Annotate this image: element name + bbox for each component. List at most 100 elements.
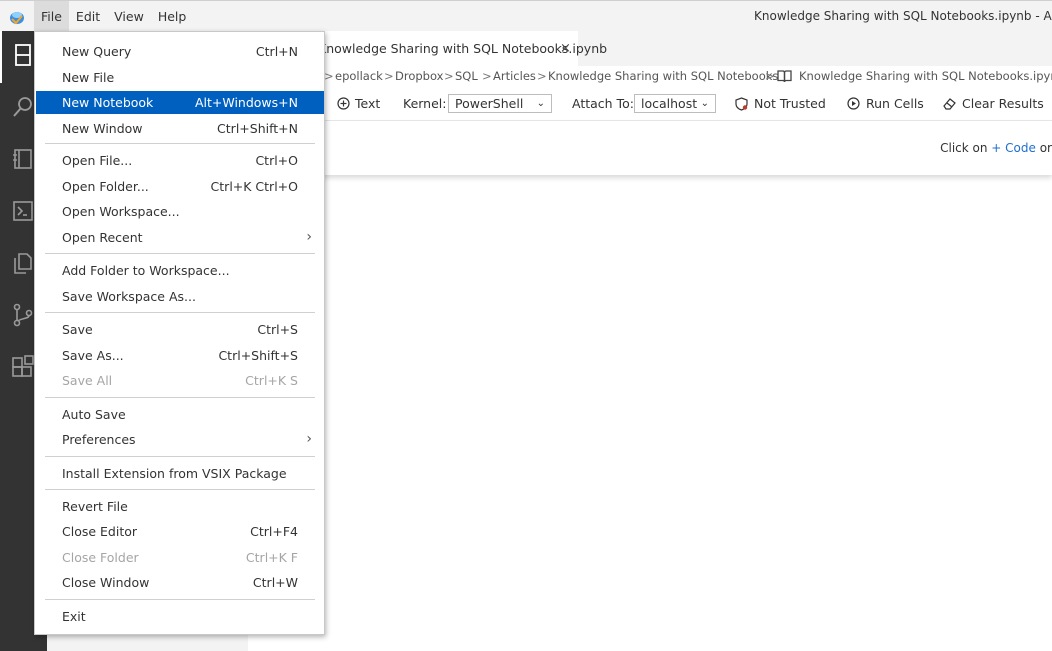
kernel-select[interactable]: PowerShell ⌄ [448, 94, 552, 113]
menu-item-shortcut: Ctrl+K S [245, 373, 298, 389]
menu-item-new-notebook[interactable]: New Notebook Alt+Windows+N [36, 91, 324, 115]
menu-separator [45, 599, 315, 600]
clear-results-button[interactable]: Clear Results [962, 96, 1044, 111]
menu-item-open-recent[interactable]: Open Recent › [36, 226, 324, 249]
kernel-value: PowerShell [455, 96, 524, 111]
menu-item-label: Open File... [62, 153, 133, 168]
terminal-icon[interactable] [11, 199, 35, 223]
attach-value: localhost [641, 96, 698, 111]
menu-item-new-query[interactable]: New Query Ctrl+N [36, 40, 324, 63]
menu-view[interactable]: View [107, 1, 151, 32]
menu-item-close-editor[interactable]: Close Editor Ctrl+F4 [36, 520, 324, 543]
add-text-button[interactable]: Text [355, 96, 380, 111]
menu-item-install-extension-from-vsix-package[interactable]: Install Extension from VSIX Package [36, 462, 324, 485]
chevron-right-icon: › [306, 431, 312, 447]
breadcrumb-separator-icon: > [537, 69, 547, 83]
menu-item-shortcut: Ctrl+S [257, 322, 298, 337]
menu-item-open-folder[interactable]: Open Folder... Ctrl+K Ctrl+O [36, 175, 324, 198]
add-code-link[interactable]: + Code [991, 141, 1036, 155]
menu-item-new-file[interactable]: New File [36, 66, 324, 89]
active-indicator [0, 31, 2, 83]
breadcrumb-separator-icon: > [384, 69, 394, 83]
servers-icon[interactable] [11, 43, 35, 67]
breadcrumb-item[interactable]: SQL [455, 69, 478, 83]
menu-item-add-folder-to-workspace[interactable]: Add Folder to Workspace... [36, 259, 324, 282]
shield-icon [735, 97, 748, 111]
notebook-toolbar: Text Kernel: PowerShell ⌄ Attach To: loc… [248, 88, 1052, 121]
breadcrumb-item[interactable]: Knowledge Sharing with SQL Notebooks [548, 69, 778, 83]
menu-item-save-all[interactable]: Save All Ctrl+K S [36, 369, 324, 392]
menu-item-shortcut: Ctrl+K Ctrl+O [210, 178, 298, 194]
menu-edit[interactable]: Edit [69, 1, 107, 32]
menu-item-label: Close Editor [62, 524, 138, 540]
not-trusted-button[interactable]: Not Trusted [754, 96, 826, 111]
menu-item-open-file[interactable]: Open File... Ctrl+O [36, 149, 324, 172]
empty-notebook-hint: Click on + Code or [248, 121, 1052, 175]
menu-item-label: New Query [62, 44, 132, 59]
add-icon[interactable] [337, 97, 350, 110]
menu-item-shortcut: Ctrl+Shift+S [218, 347, 298, 363]
breadcrumb: > epollack > Dropbox > SQL > Articles > … [248, 66, 1052, 88]
menu-help[interactable]: Help [151, 1, 194, 32]
menu-item-preferences[interactable]: Preferences › [36, 428, 324, 451]
breadcrumb-item[interactable]: Dropbox [395, 69, 443, 83]
menu-item-open-workspace[interactable]: Open Workspace... [36, 200, 324, 223]
menu-item-shortcut: Ctrl+F4 [250, 524, 298, 540]
breadcrumb-item[interactable]: Articles [493, 69, 536, 83]
menu-item-label: New Notebook [62, 95, 154, 111]
menu-separator [45, 312, 315, 313]
notebooks-icon[interactable] [11, 147, 35, 171]
menu-item-label: Revert File [62, 499, 128, 514]
menu-separator [45, 253, 315, 254]
menu-item-save-workspace-as[interactable]: Save Workspace As... [36, 285, 324, 308]
menu-item-label: New File [62, 69, 115, 85]
menu-item-close-folder[interactable]: Close Folder Ctrl+K F [36, 546, 324, 569]
menu-item-revert-file[interactable]: Revert File [36, 495, 324, 518]
breadcrumb-item[interactable]: Knowledge Sharing with SQL Notebooks.ipy… [799, 69, 1052, 83]
menu-item-label: Save As... [62, 347, 124, 363]
menu-item-shortcut: Ctrl+O [255, 153, 298, 168]
menu-item-new-window[interactable]: New Window Ctrl+Shift+N [36, 117, 324, 140]
menu-item-shortcut: Ctrl+Shift+N [217, 121, 298, 137]
menu-item-close-window[interactable]: Close Window Ctrl+W [36, 571, 324, 594]
menu-item-auto-save[interactable]: Auto Save [36, 403, 324, 426]
notebook-file-icon [777, 70, 792, 83]
chevron-right-icon: › [306, 229, 312, 246]
hint-suffix: or [1039, 141, 1052, 155]
menu-item-label: Preferences [62, 432, 136, 447]
hint-text: Click on + Code or [940, 141, 1052, 155]
explorer-icon[interactable] [11, 251, 35, 275]
menu-file[interactable]: File [34, 1, 69, 32]
hint-prefix: Click on [940, 141, 988, 155]
breadcrumb-separator-icon: > [444, 69, 454, 83]
breadcrumb-separator-icon: > [765, 69, 775, 83]
menu-item-label: Close Folder [62, 549, 139, 565]
search-icon[interactable] [11, 95, 35, 119]
chevron-down-icon: ⌄ [700, 98, 709, 109]
kernel-label: Kernel: [403, 96, 447, 111]
menu-item-shortcut: Ctrl+W [252, 574, 298, 590]
title-bar: File Edit View Help Knowledge Sharing wi… [0, 0, 1052, 32]
chevron-down-icon: ⌄ [536, 98, 545, 109]
menu-item-shortcut: Ctrl+N [255, 44, 298, 59]
menu-item-shortcut: Ctrl+K F [245, 549, 298, 565]
menu-item-save[interactable]: Save Ctrl+S [36, 318, 324, 341]
menu-item-exit[interactable]: Exit [36, 605, 324, 628]
menu-item-label: Auto Save [62, 407, 126, 422]
menu-bar: File Edit View Help [34, 1, 193, 32]
menu-item-label: Open Recent [62, 230, 143, 246]
extensions-icon[interactable] [11, 355, 35, 379]
run-cells-button[interactable]: Run Cells [866, 96, 924, 111]
menu-item-label: Close Window [62, 574, 150, 590]
breadcrumb-separator-icon: > [324, 69, 334, 83]
source-control-icon[interactable] [11, 303, 35, 327]
menu-item-label: Install Extension from VSIX Package [62, 466, 287, 481]
attach-select[interactable]: localhost ⌄ [634, 94, 716, 113]
menu-item-label: Save Workspace As... [62, 289, 196, 304]
azure-data-studio-logo-icon [10, 12, 24, 25]
breadcrumb-item[interactable]: epollack [335, 69, 383, 83]
window-title: Knowledge Sharing with SQL Notebooks.ipy… [754, 9, 1052, 23]
breadcrumb-separator-icon: > [482, 69, 492, 83]
close-icon[interactable]: × [560, 31, 571, 66]
menu-item-save-as[interactable]: Save As... Ctrl+Shift+S [36, 344, 324, 367]
